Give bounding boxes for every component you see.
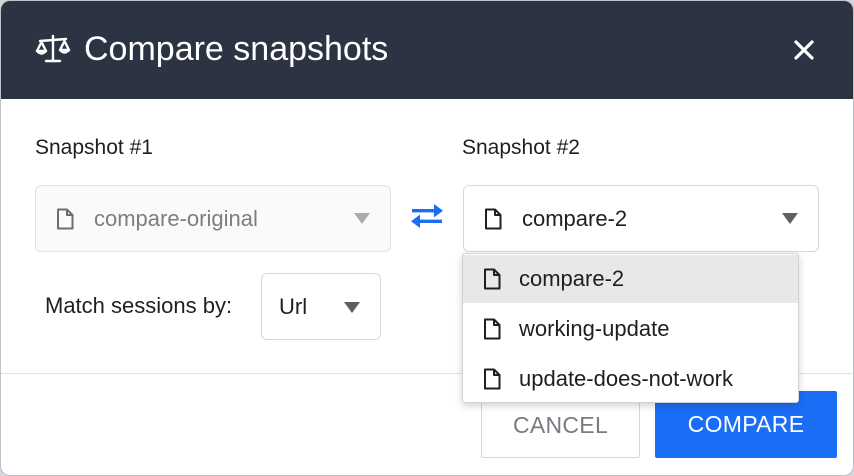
swap-arrows-icon[interactable] xyxy=(410,202,444,230)
match-sessions-label: Match sessions by: xyxy=(45,293,233,318)
match-sessions-select[interactable]: Url xyxy=(261,273,381,340)
snapshot2-dropdown-menu: compare-2 working-update update-does-not… xyxy=(462,253,799,403)
snapshot1-value: compare-original xyxy=(94,205,258,231)
dialog-header: Compare snapshots xyxy=(1,1,853,99)
compare-snapshots-dialog: Compare snapshots Snapshot #1 Snapshot #… xyxy=(0,0,854,476)
document-icon xyxy=(485,208,502,229)
snapshot1-select[interactable]: compare-original xyxy=(35,185,391,252)
document-icon xyxy=(484,268,501,290)
dropdown-option-label: update-does-not-work xyxy=(519,366,734,391)
dropdown-option-label: compare-2 xyxy=(519,266,625,291)
dropdown-option-label: working-update xyxy=(519,316,670,341)
chevron-down-icon xyxy=(354,213,370,224)
snapshot2-select[interactable]: compare-2 xyxy=(463,185,819,252)
snapshot2-value: compare-2 xyxy=(522,205,628,231)
dropdown-option[interactable]: working-update xyxy=(463,305,798,353)
scale-icon xyxy=(35,34,71,63)
close-icon[interactable] xyxy=(791,37,817,63)
dialog-title: Compare snapshots xyxy=(84,30,389,68)
dropdown-option[interactable]: update-does-not-work xyxy=(463,355,798,402)
dropdown-option[interactable]: compare-2 xyxy=(463,255,798,303)
match-sessions-value: Url xyxy=(279,294,308,319)
document-icon xyxy=(484,318,501,340)
chevron-down-icon xyxy=(782,213,798,224)
document-icon xyxy=(484,368,501,390)
snapshot1-label: Snapshot #1 xyxy=(35,136,153,159)
snapshot2-label: Snapshot #2 xyxy=(462,136,580,159)
chevron-down-icon xyxy=(344,302,360,313)
document-icon xyxy=(57,208,74,229)
